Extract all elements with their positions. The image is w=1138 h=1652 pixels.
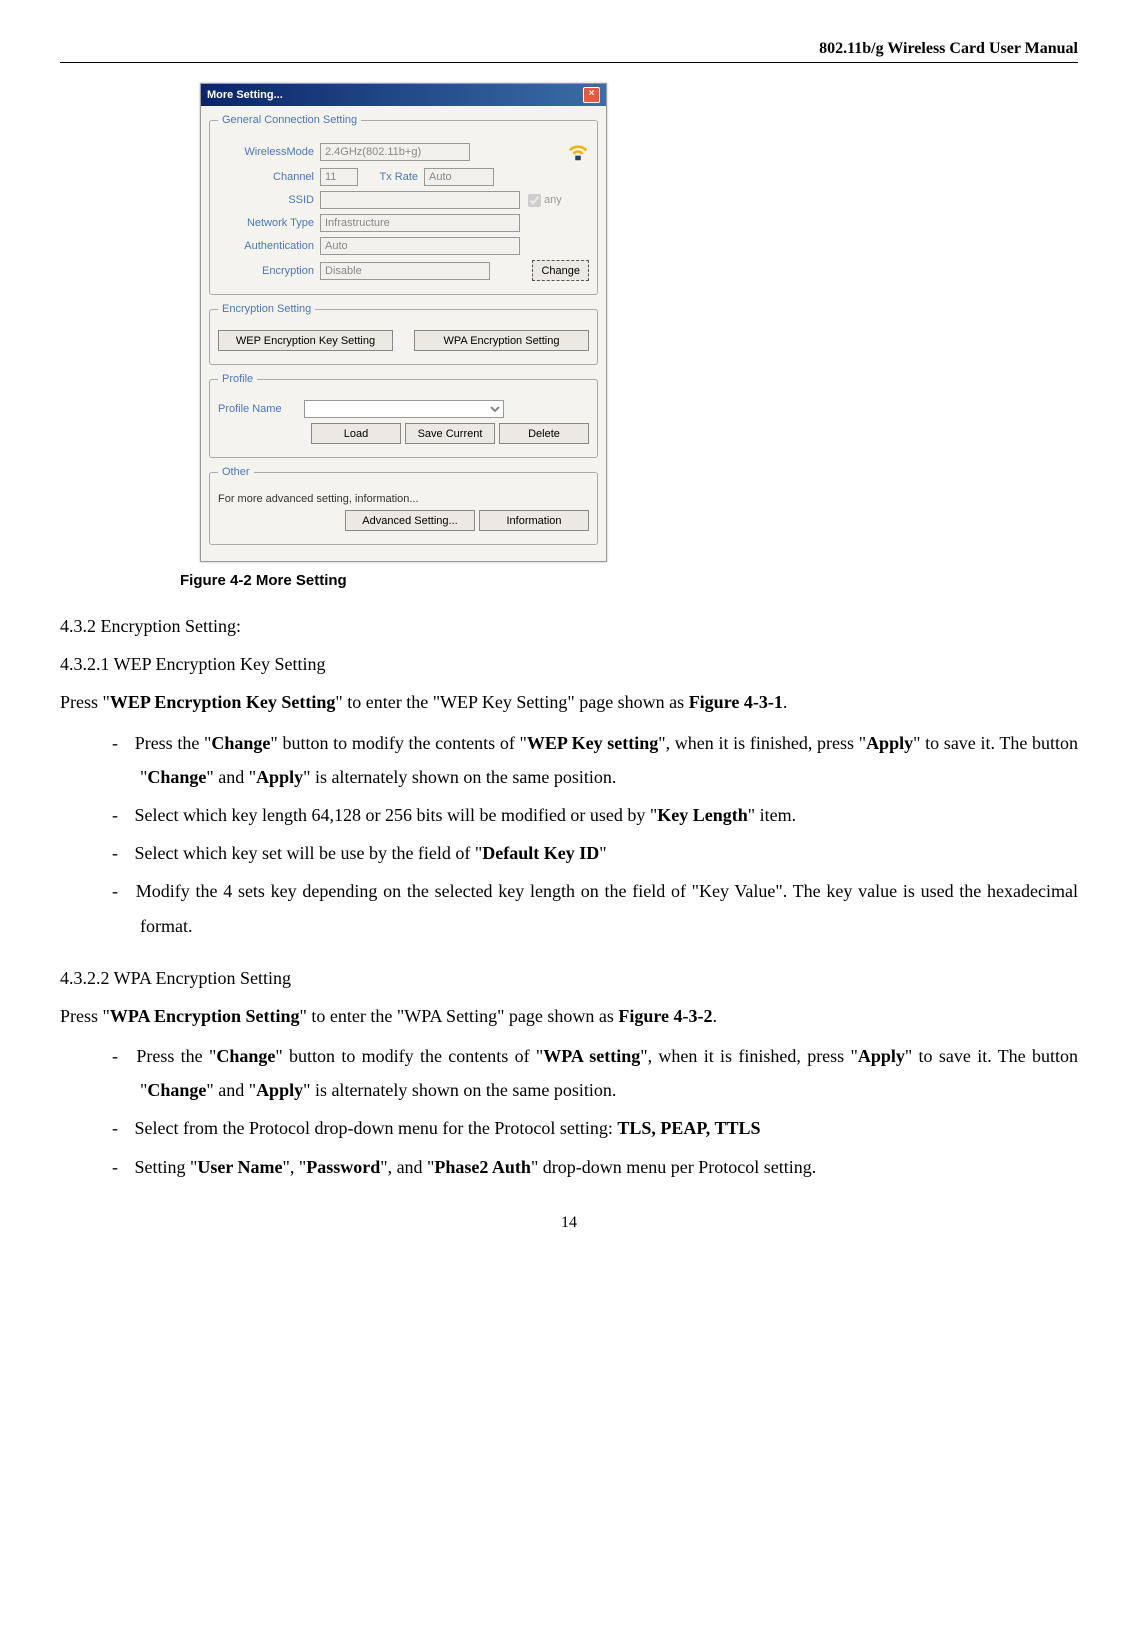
wirelessmode-label: WirelessMode	[218, 146, 320, 158]
txrate-select[interactable]	[424, 168, 494, 186]
general-legend: General Connection Setting	[218, 114, 361, 126]
wireless-icon	[567, 141, 589, 163]
list-item: Setting "User Name", "Password", and "Ph…	[112, 1150, 1078, 1184]
section-4-3-2-2-title: 4.3.2.2 WPA Encryption Setting	[60, 961, 1078, 995]
list-item: Press the "Change" button to modify the …	[112, 1039, 1078, 1107]
wirelessmode-select[interactable]	[320, 143, 470, 161]
wep-encryption-button[interactable]: WEP Encryption Key Setting	[218, 330, 393, 351]
any-label: any	[544, 194, 562, 206]
dialog-titlebar: More Setting... ×	[201, 84, 606, 106]
page-number: 14	[60, 1214, 1078, 1232]
profile-group: Profile Profile Name Load Save Current D…	[209, 373, 598, 458]
ssid-label: SSID	[218, 194, 320, 206]
profile-name-select[interactable]	[304, 400, 504, 418]
close-icon[interactable]: ×	[583, 87, 600, 103]
list-item: Press the "Change" button to modify the …	[112, 726, 1078, 794]
other-desc: For more advanced setting, information..…	[218, 493, 419, 505]
information-button[interactable]: Information	[479, 510, 589, 531]
dialog-title: More Setting...	[207, 89, 283, 101]
nettype-label: Network Type	[218, 217, 320, 229]
any-checkbox[interactable]	[528, 194, 541, 207]
auth-select[interactable]	[320, 237, 520, 255]
channel-select[interactable]	[320, 168, 358, 186]
encryption-legend: Encryption Setting	[218, 303, 315, 315]
body-text: 4.3.2 Encryption Setting: 4.3.2.1 WEP En…	[60, 609, 1078, 1184]
delete-button[interactable]: Delete	[499, 423, 589, 444]
auth-label: Authentication	[218, 240, 320, 252]
wpa-bullet-list: Press the "Change" button to modify the …	[60, 1039, 1078, 1184]
encryption-setting-group: Encryption Setting WEP Encryption Key Se…	[209, 303, 598, 365]
section-4-3-2-2-text: Press "WPA Encryption Setting" to enter …	[60, 999, 1078, 1033]
change-button[interactable]: Change	[532, 260, 589, 281]
list-item: Modify the 4 sets key depending on the s…	[112, 874, 1078, 942]
load-button[interactable]: Load	[311, 423, 401, 444]
figure-caption: Figure 4-2 More Setting	[180, 572, 1078, 589]
advanced-setting-button[interactable]: Advanced Setting...	[345, 510, 475, 531]
txrate-label: Tx Rate	[358, 171, 424, 183]
nettype-select[interactable]	[320, 214, 520, 232]
other-group: Other For more advanced setting, informa…	[209, 466, 598, 545]
profile-legend: Profile	[218, 373, 257, 385]
encryption-select[interactable]	[320, 262, 490, 280]
wep-bullet-list: Press the "Change" button to modify the …	[60, 726, 1078, 943]
section-4-3-2-1-text: Press "WEP Encryption Key Setting" to en…	[60, 685, 1078, 719]
page-header: 802.11b/g Wireless Card User Manual	[60, 40, 1078, 63]
ssid-input[interactable]	[320, 191, 520, 209]
more-setting-dialog: More Setting... × General Connection Set…	[200, 83, 607, 562]
list-item: Select from the Protocol drop-down menu …	[112, 1111, 1078, 1145]
other-legend: Other	[218, 466, 254, 478]
section-4-3-2: 4.3.2 Encryption Setting:	[60, 609, 1078, 643]
channel-label: Channel	[218, 171, 320, 183]
list-item: Select which key length 64,128 or 256 bi…	[112, 798, 1078, 832]
list-item: Select which key set will be use by the …	[112, 836, 1078, 870]
encryption-label: Encryption	[218, 265, 320, 277]
general-connection-group: General Connection Setting WirelessMode …	[209, 114, 598, 295]
save-current-button[interactable]: Save Current	[405, 423, 495, 444]
dialog-body: General Connection Setting WirelessMode …	[201, 106, 606, 561]
section-4-3-2-1-title: 4.3.2.1 WEP Encryption Key Setting	[60, 647, 1078, 681]
profile-name-label: Profile Name	[218, 403, 304, 415]
wpa-encryption-button[interactable]: WPA Encryption Setting	[414, 330, 589, 351]
